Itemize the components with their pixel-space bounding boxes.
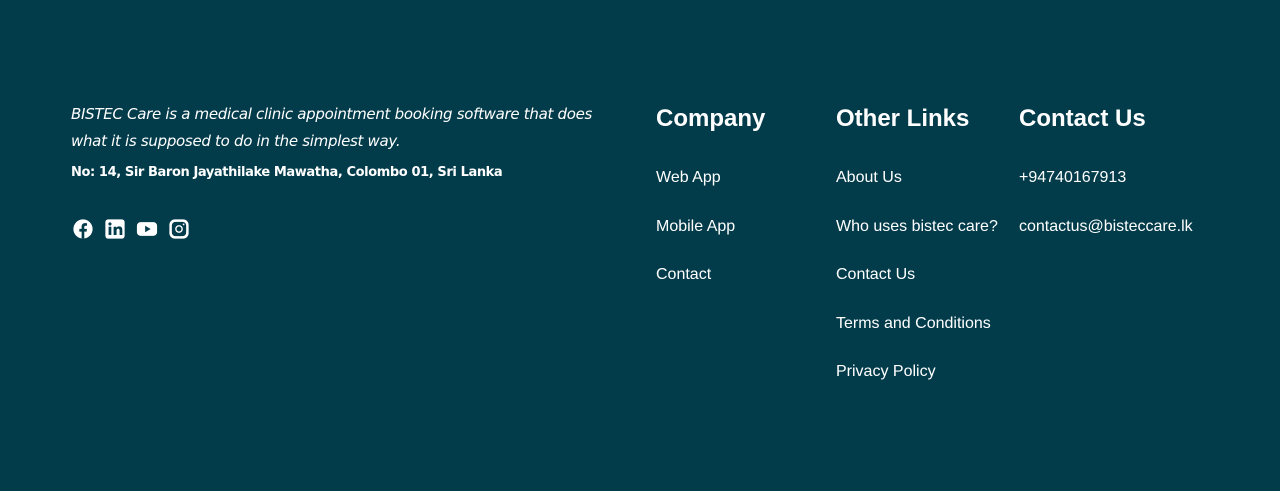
list-item: Privacy Policy [836,362,998,411]
contact-link[interactable]: Contact [656,266,711,283]
phone-link[interactable]: +94740167913 [1019,169,1126,186]
list-item: Contact [656,265,735,314]
who-uses-link[interactable]: Who uses bistec care? [836,218,998,235]
social-links [72,218,190,240]
youtube-link[interactable] [136,218,158,240]
list-item: contactus@bisteccare.lk [1019,217,1193,266]
company-tagline: BISTEC Care is a medical clinic appointm… [71,105,593,150]
company-address: No: 14, Sir Baron Jayathilake Mawatha, C… [71,165,503,180]
linkedin-icon [105,219,125,239]
other-links-list: About Us Who uses bistec care? Contact U… [836,168,998,411]
youtube-icon [136,222,158,236]
linkedin-link[interactable] [104,218,126,240]
contact-column: Contact Us +94740167913 contactus@bistec… [1019,104,1193,235]
about-section: BISTEC Care is a medical clinic appointm… [71,101,611,180]
list-item: About Us [836,168,998,217]
list-item: Contact Us [836,265,998,314]
other-links-column: Other Links About Us Who uses bistec car… [836,104,998,380]
email-link[interactable]: contactus@bisteccare.lk [1019,218,1193,235]
privacy-policy-link[interactable]: Privacy Policy [836,363,936,380]
terms-link[interactable]: Terms and Conditions [836,315,991,332]
list-item: Terms and Conditions [836,314,998,363]
web-app-link[interactable]: Web App [656,169,721,186]
contact-us-link[interactable]: Contact Us [836,266,915,283]
facebook-icon [73,219,93,239]
instagram-link[interactable] [168,218,190,240]
facebook-link[interactable] [72,218,94,240]
site-footer: BISTEC Care is a medical clinic appointm… [0,0,1280,491]
contact-list: +94740167913 contactus@bisteccare.lk [1019,168,1193,265]
mobile-app-link[interactable]: Mobile App [656,218,735,235]
company-column: Company Web App Mobile App Contact [656,104,766,283]
about-us-link[interactable]: About Us [836,169,902,186]
company-links: Web App Mobile App Contact [656,168,735,314]
company-heading: Company [656,105,766,132]
instagram-icon [169,219,189,239]
contact-heading: Contact Us [1019,105,1146,132]
list-item: +94740167913 [1019,168,1193,217]
list-item: Web App [656,168,735,217]
list-item: Mobile App [656,217,735,266]
list-item: Who uses bistec care? [836,217,998,266]
other-links-heading: Other Links [836,105,970,132]
